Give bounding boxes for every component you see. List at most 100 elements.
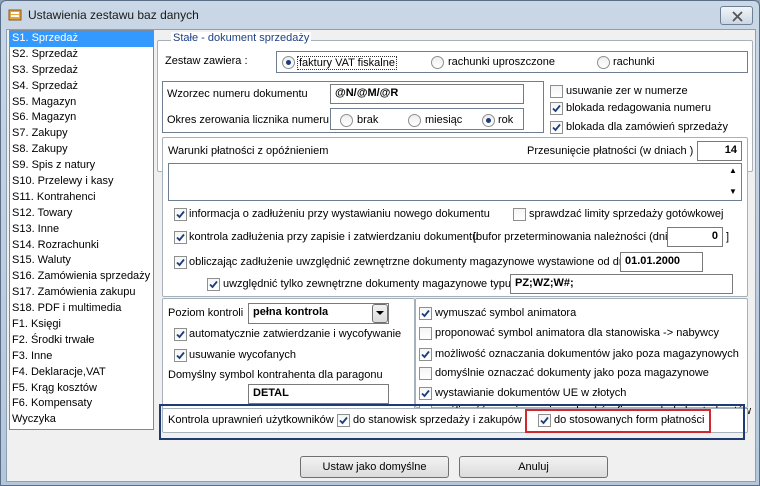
- check-icon: [209, 280, 218, 289]
- sidebar-item[interactable]: S6. Magazyn: [10, 110, 153, 126]
- sidebar-item[interactable]: F4. Deklaracje,VAT: [10, 365, 153, 381]
- usuwanie-wyc-checkbox[interactable]: [174, 349, 187, 362]
- sidebar-item[interactable]: S18. PDF i multimedia: [10, 301, 153, 317]
- zestaw-option-0[interactable]: faktury VAT fiskalne: [297, 56, 397, 70]
- typu-checkbox[interactable]: [207, 278, 220, 291]
- sidebar-item[interactable]: F5. Krąg kosztów: [10, 381, 153, 397]
- option-checkbox[interactable]: [419, 307, 432, 320]
- sidebar-item[interactable]: S17. Zamówienia zakupu: [10, 285, 153, 301]
- zestaw-option-2[interactable]: rachunki: [613, 56, 655, 68]
- check-icon: [552, 104, 561, 113]
- typu-label: uwzględnić tylko zewnętrzne dokumenty ma…: [223, 278, 518, 290]
- date-input[interactable]: 01.01.2000: [620, 252, 703, 272]
- sidebar-item[interactable]: S9. Spis z natury: [10, 158, 153, 174]
- sidebar-item[interactable]: F6. Kompensaty: [10, 396, 153, 412]
- wzorzec-input[interactable]: @N/@M/@R: [330, 84, 524, 104]
- check-icon: [552, 123, 561, 132]
- app-icon: [8, 9, 22, 21]
- przesuniecie-label: Przesunięcie płatności (w dniach ): [527, 145, 694, 157]
- zestaw-option-1[interactable]: rachunki uproszczone: [448, 56, 555, 68]
- usuwanie-zer-checkbox[interactable]: [550, 85, 563, 98]
- zestaw-radio-1[interactable]: [431, 56, 444, 69]
- scroll-down-icon[interactable]: ▼: [729, 187, 737, 196]
- sidebar-item[interactable]: S8. Zakupy: [10, 142, 153, 158]
- chevron-down-icon: [376, 311, 384, 315]
- usuwanie-wyc-label: usuwanie wycofanych: [189, 349, 297, 361]
- sidebar-item[interactable]: S1. Sprzedaż: [10, 31, 153, 47]
- sidebar-item[interactable]: F2. Środki trwałe: [10, 333, 153, 349]
- option-label: wymuszać symbol animatora: [435, 307, 577, 319]
- warunki-textarea[interactable]: [168, 163, 742, 201]
- limity-checkbox[interactable]: [513, 208, 526, 221]
- highlight-red-box: [525, 409, 711, 433]
- okres-option-2[interactable]: rok: [498, 114, 513, 126]
- blokada-zam-checkbox[interactable]: [550, 121, 563, 134]
- bufor-close: ]: [726, 231, 730, 243]
- sidebar-item[interactable]: Wyczyka: [10, 412, 153, 428]
- limity-label: sprawdzać limity sprzedaży gotówkowej: [529, 208, 724, 220]
- sidebar-item[interactable]: S3. Sprzedaż: [10, 63, 153, 79]
- bufor-input[interactable]: 0: [667, 227, 723, 247]
- category-list[interactable]: S1. Sprzedaż S2. Sprzedaż S3. Sprzedaż S4. …: [9, 30, 154, 430]
- zestaw-label: Zestaw zawiera :: [165, 55, 248, 67]
- okres-option-0[interactable]: brak: [357, 114, 378, 126]
- zestaw-radio-0[interactable]: [282, 56, 295, 69]
- sidebar-item[interactable]: S10. Przelewy i kasy: [10, 174, 153, 190]
- option-label: wystawianie dokumentów UE w złotych: [435, 387, 627, 399]
- sidebar-item[interactable]: S15. Waluty: [10, 253, 153, 269]
- okres-radio-1[interactable]: [408, 114, 421, 127]
- window-title: Ustawienia zestawu baz danych: [28, 8, 199, 22]
- sidebar-item[interactable]: S11. Kontrahenci: [10, 190, 153, 206]
- okres-radio-2[interactable]: [482, 114, 495, 127]
- warunki-label: Warunki płatności z opóźnieniem: [168, 145, 329, 157]
- blokada-red-checkbox[interactable]: [550, 102, 563, 115]
- sidebar-item[interactable]: S16. Zamówienia sprzedaży: [10, 269, 153, 285]
- poziom-dropdown-button[interactable]: [372, 304, 388, 323]
- option-label: proponować symbol animatora dla stanowis…: [435, 327, 720, 339]
- kontrola-zadluzenia-checkbox[interactable]: [174, 231, 187, 244]
- option-label: domyślnie oznaczać dokumenty jako poza m…: [435, 367, 709, 379]
- sidebar-item[interactable]: S13. Inne: [10, 222, 153, 238]
- typu-input[interactable]: PZ;WZ;W#;: [510, 274, 733, 294]
- auto-zatw-checkbox[interactable]: [174, 328, 187, 341]
- info-zadluzenie-checkbox[interactable]: [174, 208, 187, 221]
- option-checkbox[interactable]: [419, 367, 432, 380]
- zestaw-radio-2[interactable]: [597, 56, 610, 69]
- sidebar-item[interactable]: S14. Rozrachunki: [10, 238, 153, 254]
- symbol-input[interactable]: DETAL: [248, 384, 389, 404]
- sidebar-item[interactable]: S4. Sprzedaż: [10, 79, 153, 95]
- sidebar-item[interactable]: F3. Inne: [10, 349, 153, 365]
- obliczajac-checkbox[interactable]: [174, 256, 187, 269]
- poziom-label: Poziom kontroli: [168, 307, 244, 319]
- set-default-button[interactable]: Ustaw jako domyślne: [300, 456, 449, 478]
- przesuniecie-input[interactable]: 14: [697, 141, 742, 161]
- bufor-label: [bufor przeterminowania należności (dni): [473, 231, 672, 243]
- scroll-up-icon[interactable]: ▲: [729, 166, 737, 175]
- check-icon: [176, 233, 185, 242]
- option-checkbox[interactable]: [419, 348, 432, 361]
- option-checkbox[interactable]: [419, 387, 432, 400]
- option-checkbox[interactable]: [419, 327, 432, 340]
- check-icon: [176, 258, 185, 267]
- sidebar-item[interactable]: S2. Sprzedaż: [10, 47, 153, 63]
- check-icon: [421, 389, 430, 398]
- doc-settings-legend: Stałe - dokument sprzedaży: [171, 32, 312, 44]
- sidebar-item[interactable]: F1. Księgi: [10, 317, 153, 333]
- option-label: możliwość oznaczania dokumentów jako poz…: [435, 348, 739, 360]
- close-button[interactable]: [720, 6, 753, 25]
- sidebar-item[interactable]: S7. Zakupy: [10, 126, 153, 142]
- title-bar: Ustawienia zestawu baz danych: [1, 1, 759, 29]
- poziom-select[interactable]: pełna kontrola: [248, 303, 389, 324]
- check-icon: [176, 210, 185, 219]
- sidebar-item[interactable]: S5. Magazyn: [10, 95, 153, 111]
- okres-radio-0[interactable]: [340, 114, 353, 127]
- usuwanie-zer-label: usuwanie zer w numerze: [566, 85, 688, 97]
- auto-zatw-label: automatycznie zatwierdzanie i wycofywani…: [189, 328, 402, 340]
- sidebar-item[interactable]: S12. Towary: [10, 206, 153, 222]
- obliczajac-label: obliczając zadłużenie uwzględnić zewnętr…: [189, 256, 634, 268]
- wzorzec-label: Wzorzec numeru dokumentu: [167, 88, 308, 100]
- check-icon: [421, 309, 430, 318]
- cancel-button[interactable]: Anuluj: [459, 456, 608, 478]
- okres-option-1[interactable]: miesiąc: [425, 114, 462, 126]
- okres-label: Okres zerowania licznika numeru: [167, 114, 330, 126]
